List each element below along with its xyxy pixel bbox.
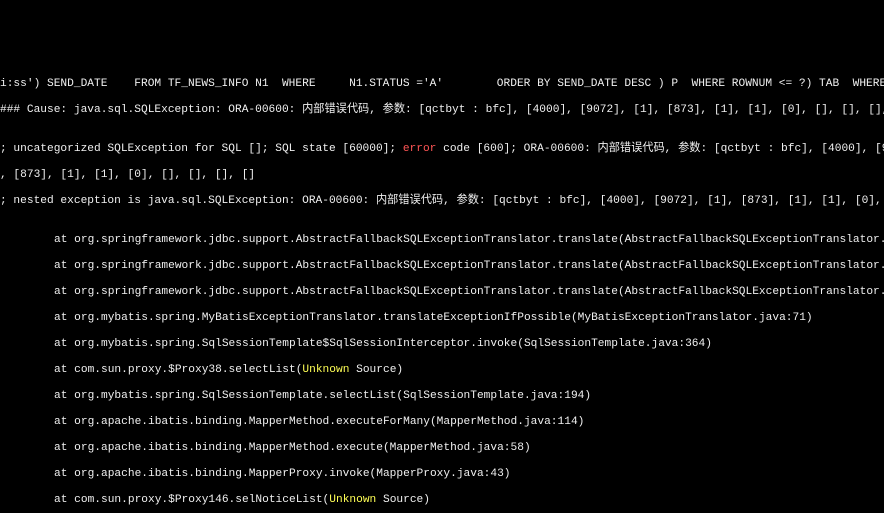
stack-frame: at com.sun.proxy.$Proxy38.selectList(Unk… [0, 364, 884, 377]
text: at com.sun.proxy.$Proxy146.selNoticeList… [54, 494, 329, 506]
terminal-output: i:ss') SEND_DATE FROM TF_NEWS_INFO N1 WH… [0, 65, 884, 513]
stack-frame: at org.apache.ibatis.binding.MapperMetho… [0, 442, 884, 455]
text: ; uncategorized SQLException for SQL [];… [0, 143, 403, 155]
stack-frame: at org.springframework.jdbc.support.Abst… [0, 286, 884, 299]
error-keyword: error [403, 143, 437, 155]
nested-exception-line: ; nested exception is java.sql.SQLExcept… [0, 195, 884, 208]
unknown-keyword: Unknown [329, 494, 376, 506]
sql-line: i:ss') SEND_DATE FROM TF_NEWS_INFO N1 WH… [0, 78, 884, 91]
stack-frame: at org.mybatis.spring.SqlSessionTemplate… [0, 338, 884, 351]
text: Source) [349, 364, 403, 376]
stack-frame: at org.springframework.jdbc.support.Abst… [0, 260, 884, 273]
sql-exception-line: ; uncategorized SQLException for SQL [];… [0, 143, 884, 156]
text: code [600]; ORA-00600: 内部错误代码, 参数: [qctb… [436, 143, 884, 155]
text: at com.sun.proxy.$Proxy38.selectList( [54, 364, 302, 376]
continuation-line: , [873], [1], [1], [0], [], [], [], [] [0, 169, 884, 182]
stack-frame: at org.mybatis.spring.SqlSessionTemplate… [0, 390, 884, 403]
stack-frame: at org.mybatis.spring.MyBatisExceptionTr… [0, 312, 884, 325]
stack-frame: at org.apache.ibatis.binding.MapperMetho… [0, 416, 884, 429]
stack-frame: at com.sun.proxy.$Proxy146.selNoticeList… [0, 494, 884, 507]
stack-frame: at org.apache.ibatis.binding.MapperProxy… [0, 468, 884, 481]
stack-frame: at org.springframework.jdbc.support.Abst… [0, 234, 884, 247]
text: Source) [376, 494, 430, 506]
cause-line: ### Cause: java.sql.SQLException: ORA-00… [0, 104, 884, 117]
unknown-keyword: Unknown [302, 364, 349, 376]
